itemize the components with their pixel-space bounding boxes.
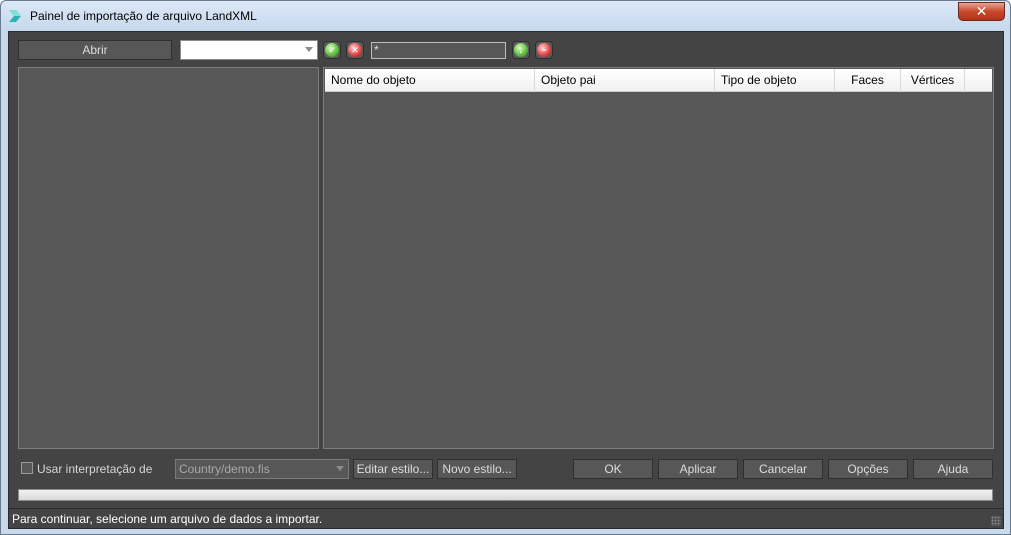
- column-header-parent-object[interactable]: Objeto pai: [535, 69, 715, 92]
- close-icon: ✕: [975, 3, 988, 19]
- object-list-header: Nome do objeto Objeto pai Tipo de objeto…: [325, 69, 992, 92]
- column-header-object-name[interactable]: Nome do objeto: [325, 69, 535, 92]
- column-header-vertices[interactable]: Vértices: [901, 69, 965, 92]
- clear-file-button[interactable]: ✕: [346, 41, 364, 59]
- close-button[interactable]: ✕: [958, 2, 1005, 21]
- ok-button[interactable]: OK: [573, 459, 653, 479]
- chevron-down-icon: [336, 466, 344, 471]
- edit-style-button[interactable]: Editar estilo...: [353, 459, 433, 479]
- remove-filter-button[interactable]: −: [535, 41, 553, 59]
- accept-file-button[interactable]: ✓: [323, 41, 341, 59]
- filter-input[interactable]: *: [371, 42, 506, 59]
- object-list[interactable]: Nome do objeto Objeto pai Tipo de objeto…: [323, 67, 994, 449]
- landxml-import-window: Painel de importação de arquivo LandXML …: [0, 0, 1011, 535]
- style-combo[interactable]: Country/demo.fis: [175, 459, 349, 479]
- dialog-body: Abrir ✓ ✕ * ↓ − Nome do objeto Objeto pa…: [8, 31, 1004, 529]
- style-combo-value: Country/demo.fis: [179, 462, 270, 476]
- app-logo-icon: [9, 10, 21, 22]
- use-interpretation-checkbox[interactable]: [21, 462, 33, 474]
- green-filter-icon: ↓: [514, 43, 528, 57]
- options-button[interactable]: Opções: [828, 459, 908, 479]
- apply-button[interactable]: Aplicar: [658, 459, 738, 479]
- progress-bar: [18, 489, 993, 501]
- status-message: Para continuar, selecione um arquivo de …: [12, 512, 323, 526]
- red-x-icon: ✕: [348, 43, 362, 57]
- apply-filter-button[interactable]: ↓: [512, 41, 530, 59]
- status-bar: Para continuar, selecione um arquivo de …: [9, 508, 1003, 528]
- new-style-button[interactable]: Novo estilo...: [437, 459, 517, 479]
- title-bar[interactable]: Painel de importação de arquivo LandXML …: [1, 1, 1010, 31]
- green-check-icon: ✓: [325, 43, 339, 57]
- open-button[interactable]: Abrir: [18, 40, 172, 60]
- file-combo[interactable]: [180, 40, 318, 60]
- resize-grip-icon[interactable]: [991, 516, 1001, 526]
- column-header-object-type[interactable]: Tipo de objeto: [715, 69, 835, 92]
- use-interpretation-label: Usar interpretação de: [37, 462, 153, 476]
- cancel-button[interactable]: Cancelar: [743, 459, 823, 479]
- column-header-faces[interactable]: Faces: [835, 69, 901, 92]
- tree-panel[interactable]: [18, 67, 319, 449]
- chevron-down-icon: [305, 47, 313, 52]
- help-button[interactable]: Ajuda: [913, 459, 993, 479]
- window-title: Painel de importação de arquivo LandXML: [30, 9, 257, 23]
- red-minus-icon: −: [537, 43, 551, 57]
